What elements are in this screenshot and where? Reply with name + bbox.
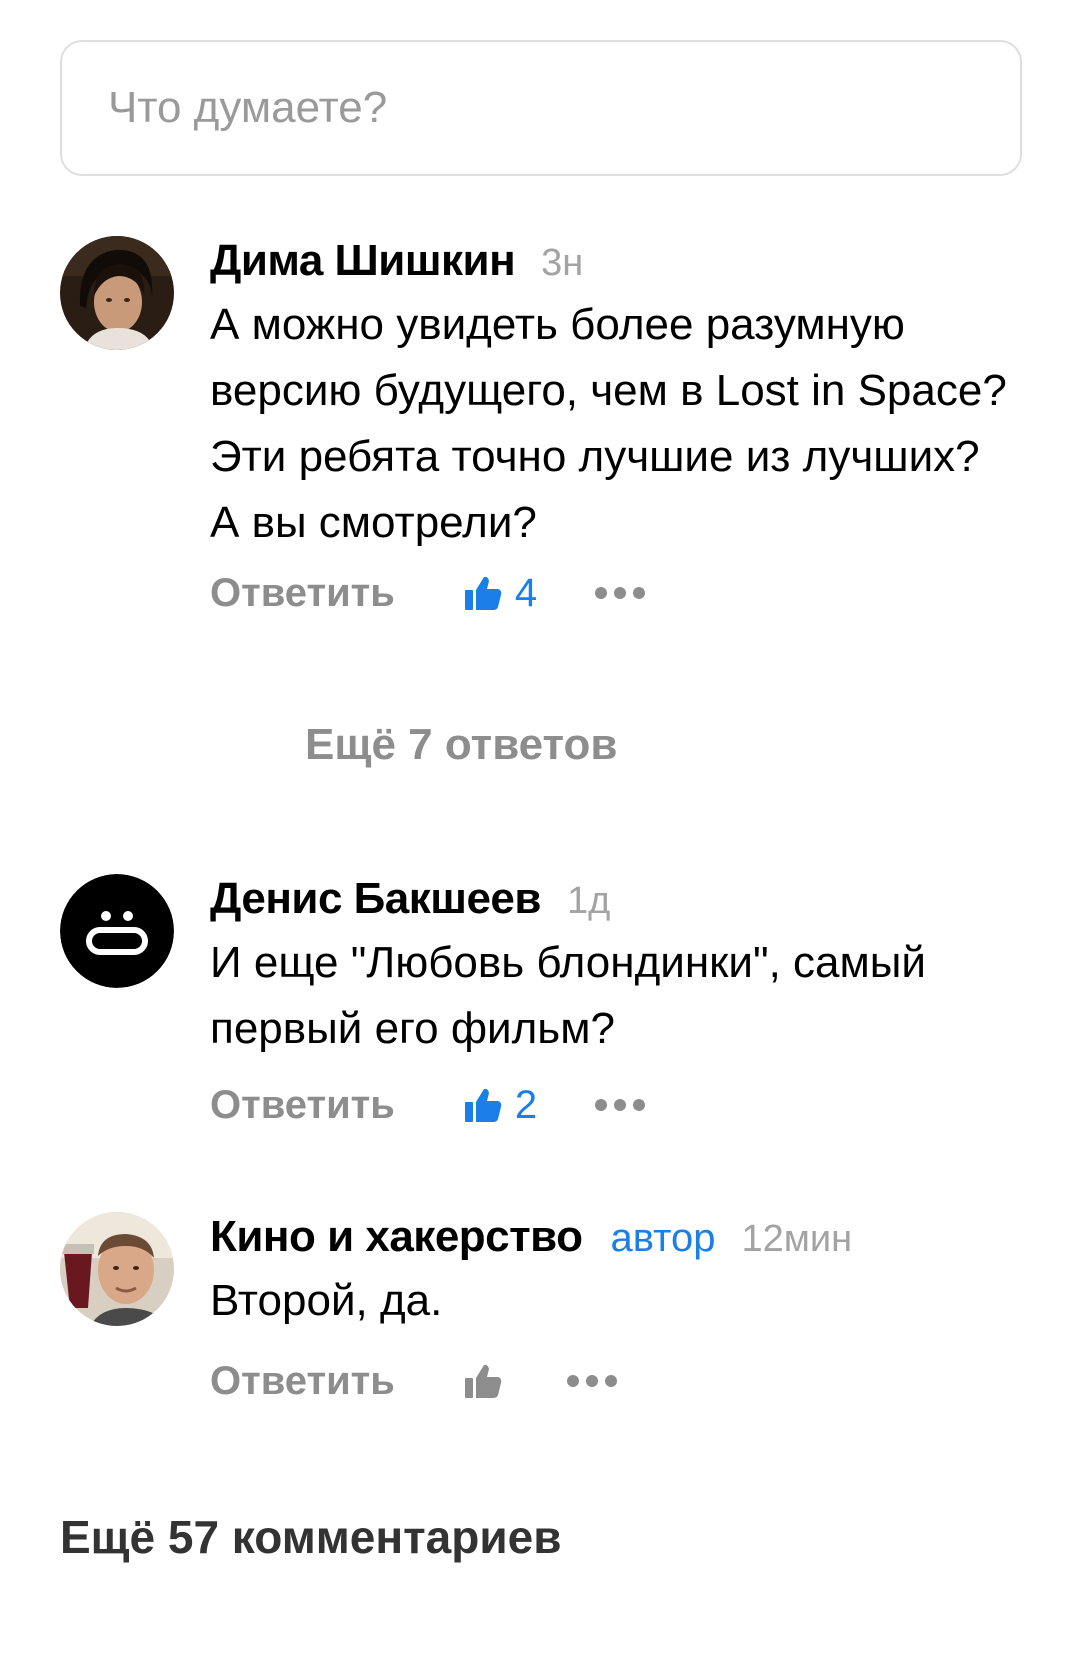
thumbs-up-icon	[464, 1364, 502, 1398]
comment-input[interactable]	[108, 83, 1020, 133]
comment-text: Второй, да.	[210, 1276, 443, 1325]
comment-header: Кино и хакерство автор 12мин	[210, 1212, 1020, 1262]
dot-icon	[566, 1375, 579, 1387]
more-options-button[interactable]	[595, 1089, 646, 1121]
comment-text: А можно увидеть более разумную версию бу…	[210, 300, 1007, 547]
dot-icon	[595, 1099, 608, 1111]
like-count: 4	[514, 570, 538, 615]
more-comments-link[interactable]: Ещё 57 комментариев	[60, 1510, 562, 1564]
comment-header: Дима Шишкин 3н	[210, 236, 1020, 286]
like-button[interactable]	[463, 1361, 503, 1401]
comment-actions: Ответить	[210, 1356, 617, 1406]
comment-body: Дима Шишкин 3н А можно увидеть более раз…	[210, 236, 1020, 556]
comment-actions: Ответить 4	[210, 568, 646, 618]
comment-actions: Ответить 2	[210, 1080, 646, 1130]
like-button[interactable]: 2	[463, 1083, 537, 1128]
comment-text: И еще "Любовь блондинки", самый первый е…	[210, 938, 926, 1053]
like-button[interactable]: 4	[463, 571, 537, 616]
comment-time: 12мин	[741, 1218, 853, 1260]
comment-time: 1д	[566, 880, 611, 922]
comments-page: Дима Шишкин 3н А можно увидеть более раз…	[0, 0, 1080, 1668]
more-options-button[interactable]	[566, 1365, 617, 1397]
author-name[interactable]: Дима Шишкин	[210, 236, 516, 286]
dot-icon	[633, 1099, 646, 1111]
avatar[interactable]	[60, 874, 174, 988]
reply-button[interactable]: Ответить	[210, 1083, 395, 1128]
comment-time: 3н	[541, 242, 584, 284]
more-options-button[interactable]	[595, 577, 646, 609]
dot-icon	[595, 587, 608, 599]
comment-header: Денис Бакшеев 1д	[210, 874, 1020, 924]
comment-body: Кино и хакерство автор 12мин Второй, да.	[210, 1212, 1020, 1334]
author-name[interactable]: Денис Бакшеев	[210, 874, 541, 924]
avatar[interactable]	[60, 236, 174, 350]
reply-button[interactable]: Ответить	[210, 1359, 395, 1404]
dot-icon	[614, 1099, 627, 1111]
dot-icon	[614, 587, 627, 599]
like-count: 2	[514, 1082, 538, 1127]
default-face-avatar-icon	[60, 874, 174, 988]
dot-icon	[604, 1375, 617, 1387]
dot-icon	[633, 587, 646, 599]
more-replies-link[interactable]: Ещё 7 ответов	[305, 720, 617, 770]
thumbs-up-icon	[464, 576, 502, 610]
author-badge: автор	[610, 1216, 716, 1260]
avatar[interactable]	[60, 1212, 174, 1326]
comment-body: Денис Бакшеев 1д И еще "Любовь блондинки…	[210, 874, 1020, 1062]
reply-button[interactable]: Ответить	[210, 571, 395, 616]
author-name[interactable]: Кино и хакерство	[210, 1212, 583, 1262]
thumbs-up-icon	[464, 1088, 502, 1122]
comment-composer[interactable]	[60, 40, 1022, 176]
dot-icon	[585, 1375, 598, 1387]
